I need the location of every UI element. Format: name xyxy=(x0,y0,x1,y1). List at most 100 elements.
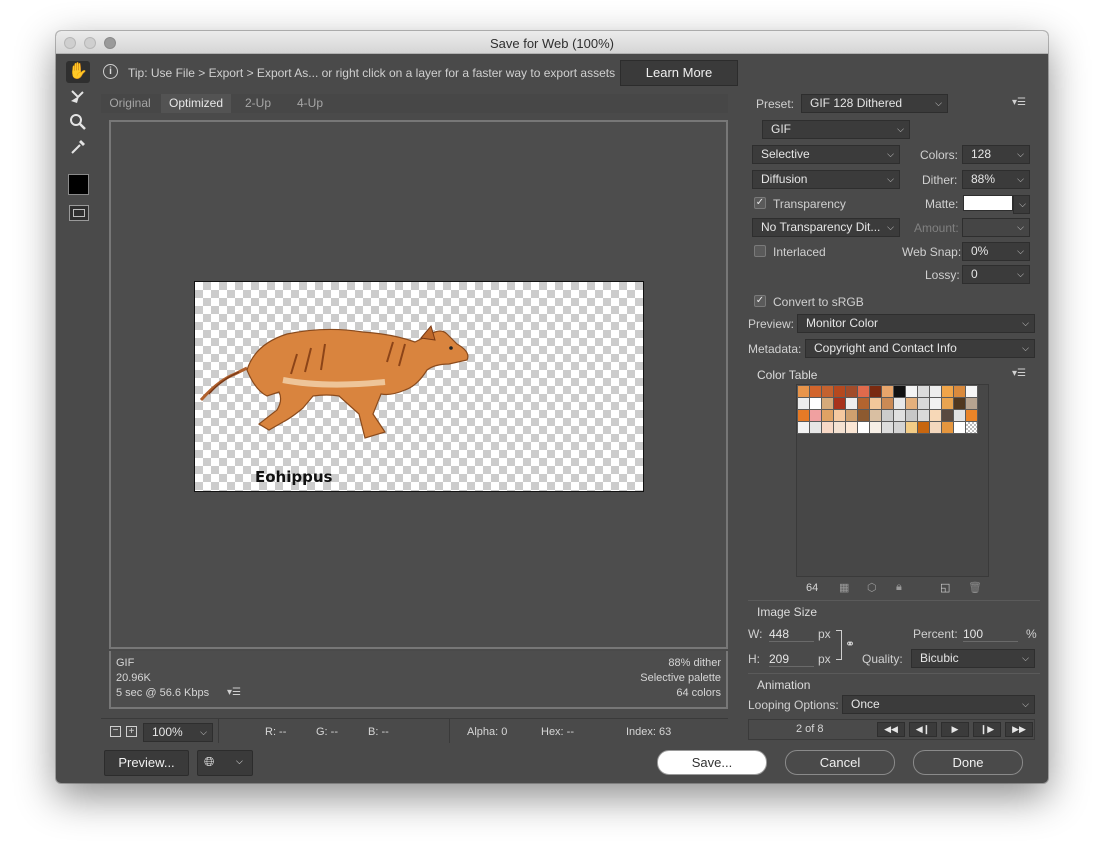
colors-select[interactable]: 128 ⌵ xyxy=(962,145,1030,164)
transparency-checkbox[interactable]: ✓ xyxy=(754,197,766,209)
color-swatch[interactable] xyxy=(845,385,858,398)
height-input[interactable]: 209 xyxy=(769,652,814,667)
previous-frame-icon[interactable]: ◀❙ xyxy=(909,722,937,737)
color-swatch[interactable] xyxy=(869,421,882,434)
color-swatch[interactable] xyxy=(797,409,810,422)
quality-select[interactable]: Bicubic ⌵ xyxy=(911,649,1035,668)
color-swatch[interactable] xyxy=(821,397,834,410)
eyedropper-tool-icon[interactable] xyxy=(66,136,90,158)
color-swatch[interactable] xyxy=(845,421,858,434)
color-swatch[interactable] xyxy=(881,421,894,434)
preset-menu-icon[interactable]: ▾☰ xyxy=(1012,97,1026,108)
matte-color-swatch[interactable] xyxy=(963,195,1013,211)
color-swatch[interactable] xyxy=(941,397,954,410)
color-swatch[interactable] xyxy=(953,385,966,398)
zoom-level-select[interactable]: 100% ⌵ xyxy=(143,723,213,742)
done-button[interactable]: Done xyxy=(913,750,1023,775)
web-snap-select[interactable]: 0% ⌵ xyxy=(962,242,1030,261)
color-swatch[interactable] xyxy=(905,409,918,422)
color-swatch[interactable] xyxy=(917,409,930,422)
lossy-select[interactable]: 0 ⌵ xyxy=(962,265,1030,284)
play-icon[interactable]: ▶ xyxy=(941,722,969,737)
zoom-in-icon[interactable]: + xyxy=(126,726,137,737)
percent-input[interactable]: 100 xyxy=(963,627,1018,642)
color-swatch[interactable] xyxy=(965,409,978,422)
dither-amount-select[interactable]: 88% ⌵ xyxy=(962,170,1030,189)
color-swatch[interactable] xyxy=(833,385,846,398)
color-swatch[interactable] xyxy=(941,421,954,434)
color-swatch[interactable] xyxy=(893,421,906,434)
color-swatch[interactable] xyxy=(845,397,858,410)
color-swatch[interactable] xyxy=(833,409,846,422)
transparency-dither-select[interactable]: No Transparency Dit... ⌵ xyxy=(752,218,900,237)
color-swatch[interactable] xyxy=(821,385,834,398)
color-swatch[interactable] xyxy=(929,397,942,410)
browser-preview-select[interactable]: 🌐︎ ⌵ xyxy=(197,750,253,776)
metadata-select[interactable]: Copyright and Contact Info ⌵ xyxy=(805,339,1035,358)
color-swatch[interactable] xyxy=(953,397,966,410)
color-swatch[interactable] xyxy=(797,385,810,398)
color-swatch[interactable] xyxy=(941,385,954,398)
color-swatch[interactable] xyxy=(953,409,966,422)
color-swatch[interactable] xyxy=(857,385,870,398)
color-table-menu-icon[interactable]: ▾☰ xyxy=(1012,368,1026,379)
color-swatch[interactable] xyxy=(809,421,822,434)
color-swatch[interactable] xyxy=(881,409,894,422)
color-swatch[interactable] xyxy=(857,397,870,410)
color-swatch[interactable] xyxy=(953,421,966,434)
tab-2-up[interactable]: 2-Up xyxy=(232,94,284,113)
color-swatch[interactable] xyxy=(881,385,894,398)
preset-select[interactable]: GIF 128 Dithered ⌵ xyxy=(801,94,948,113)
color-swatch[interactable] xyxy=(869,397,882,410)
preview-button[interactable]: Preview... xyxy=(104,750,189,776)
color-swatch[interactable] xyxy=(917,421,930,434)
color-swatch[interactable] xyxy=(797,397,810,410)
color-swatch[interactable] xyxy=(869,409,882,422)
save-button[interactable]: Save... xyxy=(657,750,767,775)
color-swatch[interactable] xyxy=(965,385,978,398)
first-frame-icon[interactable]: ◀◀ xyxy=(877,722,905,737)
color-swatch[interactable] xyxy=(821,421,834,434)
amount-select[interactable]: ⌵ xyxy=(962,218,1030,237)
interlaced-checkbox[interactable] xyxy=(754,245,766,257)
dither-algorithm-select[interactable]: Diffusion ⌵ xyxy=(752,170,900,189)
color-swatch[interactable] xyxy=(941,409,954,422)
color-swatch[interactable] xyxy=(905,397,918,410)
color-swatch[interactable] xyxy=(893,409,906,422)
looping-select[interactable]: Once ⌵ xyxy=(842,695,1035,714)
tab-optimized[interactable]: Optimized xyxy=(161,94,231,113)
color-reduction-select[interactable]: Selective ⌵ xyxy=(752,145,900,164)
color-swatch[interactable] xyxy=(857,421,870,434)
link-icon[interactable]: ⚭ xyxy=(845,637,855,651)
lock-color-icon[interactable]: 🔒︎ xyxy=(896,581,902,594)
tab-4-up[interactable]: 4-Up xyxy=(286,94,334,113)
map-transparent-icon[interactable]: ▦ xyxy=(839,581,849,594)
zoom-out-icon[interactable]: − xyxy=(110,726,121,737)
color-swatch[interactable] xyxy=(809,409,822,422)
eyedropper-color-swatch[interactable] xyxy=(68,174,89,195)
color-swatch[interactable] xyxy=(917,397,930,410)
color-swatch[interactable] xyxy=(917,385,930,398)
color-swatch[interactable] xyxy=(929,385,942,398)
color-swatch[interactable] xyxy=(965,421,978,434)
width-input[interactable]: 448 xyxy=(769,627,814,642)
color-swatch[interactable] xyxy=(809,385,822,398)
hand-tool-icon[interactable]: ✋ xyxy=(66,61,90,83)
color-swatch[interactable] xyxy=(905,385,918,398)
color-swatch[interactable] xyxy=(869,385,882,398)
preview-canvas[interactable]: Eohippus xyxy=(109,120,728,652)
toggle-slices-visibility-icon[interactable] xyxy=(69,205,89,221)
tab-original[interactable]: Original xyxy=(101,94,159,113)
file-format-select[interactable]: GIF ⌵ xyxy=(762,120,910,139)
download-speed-menu-icon[interactable]: ▾☰ xyxy=(227,687,241,698)
color-swatch[interactable] xyxy=(893,397,906,410)
convert-srgb-checkbox[interactable]: ✓ xyxy=(754,295,766,307)
color-swatch[interactable] xyxy=(821,409,834,422)
color-swatch[interactable] xyxy=(809,397,822,410)
color-swatch[interactable] xyxy=(833,397,846,410)
zoom-tool-icon[interactable] xyxy=(66,111,90,133)
color-swatch[interactable] xyxy=(929,421,942,434)
last-frame-icon[interactable]: ▶▶ xyxy=(1005,722,1033,737)
web-shift-icon[interactable]: ⬡ xyxy=(867,581,877,594)
slice-select-tool-icon[interactable] xyxy=(66,86,90,108)
